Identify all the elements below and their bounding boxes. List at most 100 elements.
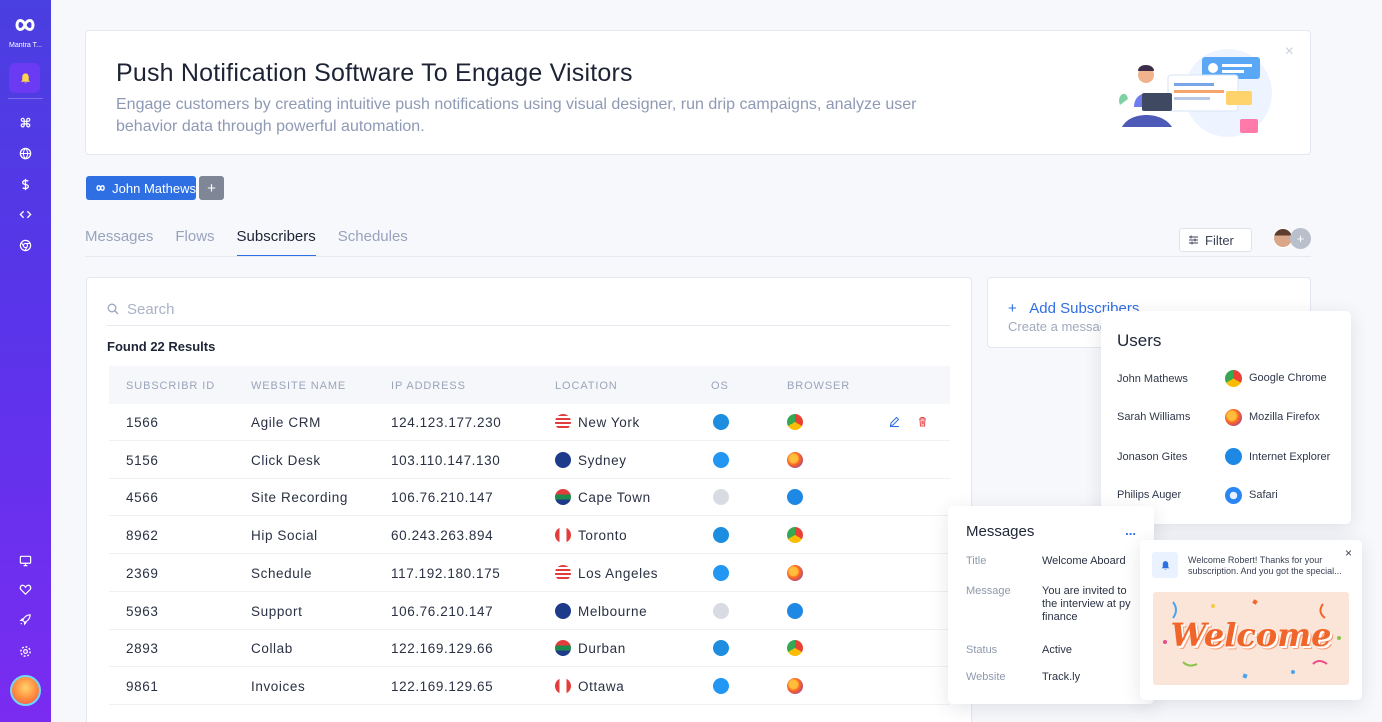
filter-icon xyxy=(1189,235,1198,245)
linux-icon xyxy=(713,564,729,581)
field-value: Track.ly xyxy=(1042,671,1081,683)
tab-messages[interactable]: Messages xyxy=(85,224,153,257)
tabs-divider xyxy=(85,256,1311,257)
messages-title: Messages xyxy=(966,523,1035,540)
ip-address: 106.76.210.147 xyxy=(391,603,494,619)
windows-icon xyxy=(713,414,729,430)
column-header[interactable]: WEBSITE NAME xyxy=(251,380,346,392)
subscriber-id: 4566 xyxy=(126,490,159,506)
rocket-icon[interactable] xyxy=(16,610,34,628)
table-row[interactable]: 2893 Collab 122.169.129.66 Durban xyxy=(109,630,950,668)
banner-subtitle: Engage customers by creating intuitive p… xyxy=(116,96,917,135)
add-account-button[interactable]: + xyxy=(199,176,224,200)
table-header: SUBSCRIBR ID WEBSITE NAME IP ADDRESS LOC… xyxy=(109,366,950,404)
user-avatar[interactable] xyxy=(10,675,41,706)
settings-icon[interactable] xyxy=(16,642,34,660)
tab-flows[interactable]: Flows xyxy=(175,224,214,257)
field-label: Title xyxy=(966,555,987,567)
search-bar[interactable]: Search xyxy=(107,293,950,326)
apple-icon xyxy=(713,602,729,619)
field-label: Message xyxy=(966,585,1011,597)
table-row[interactable]: 1566 Agile CRM 124.123.177.230 New York xyxy=(109,404,950,441)
user-name[interactable]: Philips Auger xyxy=(1117,489,1181,501)
chrome-icon[interactable] xyxy=(16,236,34,254)
tab-bar: Messages Flows Subscribers Schedules xyxy=(85,224,430,257)
location: Cape Town xyxy=(578,490,651,506)
chrome-icon xyxy=(787,414,803,430)
table-row[interactable]: 9861 Invoices 122.169.129.65 Ottawa xyxy=(109,668,950,705)
windows-icon xyxy=(713,527,729,544)
table-row[interactable]: 5963 Support 106.76.210.147 Melbourne xyxy=(109,593,950,630)
website-name: Schedule xyxy=(251,565,313,581)
website-name: Collab xyxy=(251,641,293,657)
website-name: Invoices xyxy=(251,678,306,694)
ie-icon xyxy=(787,489,803,506)
table-row[interactable]: 4566 Site Recording 106.76.210.147 Cape Tow… xyxy=(109,479,950,517)
column-header[interactable]: BROWSER xyxy=(787,380,850,392)
ie-icon xyxy=(1225,448,1242,465)
tab-schedules[interactable]: Schedules xyxy=(338,224,408,257)
column-header[interactable]: IP ADDRESS xyxy=(391,380,466,392)
add-member-button[interactable]: + xyxy=(1290,228,1311,249)
search-input[interactable]: Search xyxy=(127,301,175,318)
more-icon[interactable]: ... xyxy=(1125,523,1136,538)
ip-address: 106.76.210.147 xyxy=(391,490,494,506)
plus-icon: + xyxy=(1008,300,1030,317)
firefox-icon xyxy=(787,677,803,694)
column-header[interactable]: LOCATION xyxy=(555,380,618,392)
globe-icon[interactable] xyxy=(16,144,34,162)
location: Los Angeles xyxy=(578,565,659,581)
banner-illustration xyxy=(1119,49,1272,137)
firefox-icon xyxy=(1225,409,1242,426)
brand-name: Mantra T... xyxy=(9,42,42,49)
location: Sydney xyxy=(578,452,627,468)
ip-address: 60.243.263.894 xyxy=(391,528,494,544)
filter-button[interactable]: Filter xyxy=(1179,228,1252,252)
close-icon[interactable]: × xyxy=(1345,546,1352,560)
field-value: Welcome Aboard xyxy=(1042,555,1126,567)
user-name[interactable]: Sarah Williams xyxy=(1117,411,1190,423)
column-header[interactable]: SUBSCRIBR ID xyxy=(126,380,215,392)
code-icon[interactable] xyxy=(16,205,34,223)
bell-icon[interactable] xyxy=(16,69,34,87)
table-row[interactable]: 2369 Schedule 117.192.180.175 Los Angeles xyxy=(109,555,950,592)
ip-address: 124.123.177.230 xyxy=(391,415,502,430)
user-name[interactable]: John Mathews xyxy=(1117,373,1188,385)
website-name: Click Desk xyxy=(251,452,321,468)
subscriber-id: 5963 xyxy=(126,603,159,619)
subscriber-id: 2893 xyxy=(126,641,159,657)
edit-icon[interactable] xyxy=(889,415,900,430)
au-flag-icon xyxy=(555,451,571,468)
field-value: Active xyxy=(1042,644,1072,656)
notification-text: Welcome Robert! Thanks for your subscrip… xyxy=(1188,555,1342,576)
subscribers-card: Search Found 22 Results SUBSCRIBR ID WEB… xyxy=(86,277,972,722)
delete-icon[interactable] xyxy=(917,415,928,430)
linux-icon xyxy=(713,677,729,694)
website-name: Support xyxy=(251,603,303,619)
location: Ottawa xyxy=(578,678,625,694)
table-row[interactable]: 5156 Click Desk 103.110.147.130 Sydney xyxy=(109,442,950,479)
command-icon[interactable] xyxy=(16,113,34,131)
ip-address: 103.110.147.130 xyxy=(391,452,501,468)
table-row[interactable]: 8962 Hip Social 60.243.263.894 Toronto xyxy=(109,517,950,555)
infinity-icon xyxy=(96,185,105,191)
banner-close-icon[interactable]: × xyxy=(1285,43,1294,61)
account-selector[interactable]: John Mathews xyxy=(86,176,196,200)
add-subscribers-subtitle: Create a messag xyxy=(1008,319,1107,334)
heart-icon[interactable] xyxy=(16,580,34,598)
firefox-icon xyxy=(787,451,803,468)
user-name[interactable]: Jonason Gites xyxy=(1117,451,1187,463)
subscriber-id: 1566 xyxy=(126,415,159,430)
welcome-text: Welcome xyxy=(1170,616,1332,654)
users-popup: Users John Mathews Google Chrome Sarah W… xyxy=(1101,311,1351,524)
ip-address: 122.169.129.66 xyxy=(391,641,494,657)
infinity-logo-icon[interactable] xyxy=(9,12,41,38)
dollar-icon[interactable] xyxy=(16,175,34,193)
monitor-icon[interactable] xyxy=(16,551,34,569)
column-header[interactable]: OS xyxy=(711,380,729,392)
ca-flag-icon xyxy=(555,677,571,694)
tab-subscribers[interactable]: Subscribers xyxy=(236,224,316,257)
chrome-icon xyxy=(787,527,803,544)
promo-banner: Push Notification Software To Engage Vis… xyxy=(85,30,1311,155)
location: Melbourne xyxy=(578,603,648,619)
